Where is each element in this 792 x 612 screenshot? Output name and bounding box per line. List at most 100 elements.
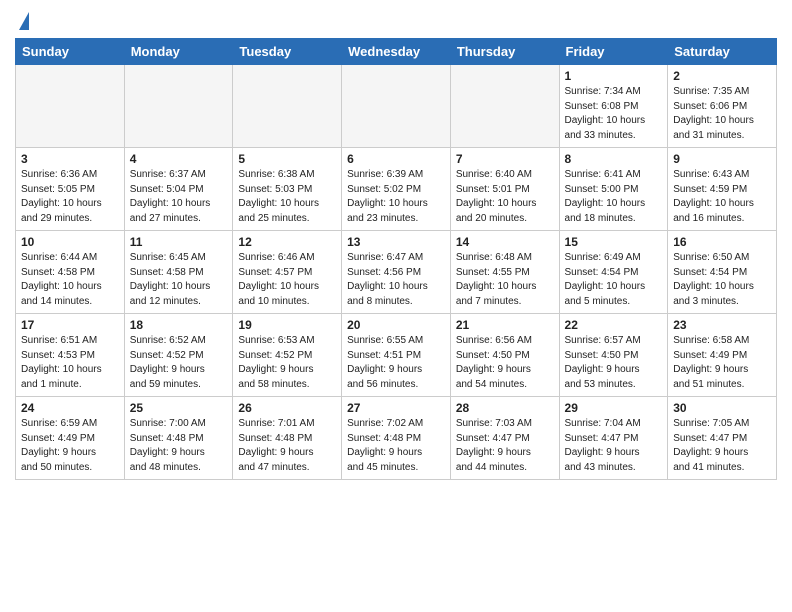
- day-info: Sunrise: 6:56 AMSunset: 4:50 PMDaylight:…: [456, 334, 554, 392]
- day-number: 23: [673, 318, 771, 332]
- day-number: 29: [565, 401, 663, 415]
- day-cell-12: 12 Sunrise: 6:46 AMSunset: 4:57 PMDayligh…: [233, 231, 342, 314]
- logo: [15, 10, 29, 30]
- day-number: 8: [565, 152, 663, 166]
- day-cell-28: 28 Sunrise: 7:03 AMSunset: 4:47 PMDayligh…: [450, 397, 559, 480]
- day-number: 24: [21, 401, 119, 415]
- day-info: Sunrise: 6:45 AMSunset: 4:58 PMDaylight:…: [130, 251, 228, 309]
- week-row-4: 17 Sunrise: 6:51 AMSunset: 4:53 PMDayligh…: [16, 314, 777, 397]
- day-cell-1: 1Sunrise: 7:34 AMSunset: 6:08 PMDaylight…: [559, 65, 668, 148]
- day-cell-24: 24 Sunrise: 6:59 AMSunset: 4:49 PMDayligh…: [16, 397, 125, 480]
- day-cell-22: 22 Sunrise: 6:57 AMSunset: 4:50 PMDayligh…: [559, 314, 668, 397]
- day-cell-10: 10Sunrise: 6:44 AMSunset: 4:58 PMDayligh…: [16, 231, 125, 314]
- day-cell-25: 25 Sunrise: 7:00 AMSunset: 4:48 PMDayligh…: [124, 397, 233, 480]
- day-number: 2: [673, 69, 771, 83]
- day-info: Sunrise: 6:41 AMSunset: 5:00 PMDaylight:…: [565, 168, 663, 226]
- day-cell-8: 8 Sunrise: 6:41 AMSunset: 5:00 PMDaylight…: [559, 148, 668, 231]
- day-cell-17: 17 Sunrise: 6:51 AMSunset: 4:53 PMDayligh…: [16, 314, 125, 397]
- day-cell-20: 20 Sunrise: 6:55 AMSunset: 4:51 PMDayligh…: [342, 314, 451, 397]
- day-info: Sunrise: 6:57 AMSunset: 4:50 PMDaylight:…: [565, 334, 663, 392]
- empty-cell: [233, 65, 342, 148]
- day-number: 7: [456, 152, 554, 166]
- day-cell-2: 2 Sunrise: 7:35 AMSunset: 6:06 PMDaylight…: [668, 65, 777, 148]
- col-header-thursday: Thursday: [450, 39, 559, 65]
- day-info: Sunrise: 7:34 AMSunset: 6:08 PMDaylight:…: [565, 85, 663, 143]
- day-cell-7: 7 Sunrise: 6:40 AMSunset: 5:01 PMDaylight…: [450, 148, 559, 231]
- week-row-2: 3Sunrise: 6:36 AMSunset: 5:05 PMDaylight…: [16, 148, 777, 231]
- day-info: Sunrise: 7:02 AMSunset: 4:48 PMDaylight:…: [347, 417, 445, 475]
- logo-triangle-icon: [19, 12, 29, 30]
- empty-cell: [450, 65, 559, 148]
- day-info: Sunrise: 6:49 AMSunset: 4:54 PMDaylight:…: [565, 251, 663, 309]
- day-number: 25: [130, 401, 228, 415]
- col-header-monday: Monday: [124, 39, 233, 65]
- day-cell-6: 6 Sunrise: 6:39 AMSunset: 5:02 PMDaylight…: [342, 148, 451, 231]
- day-cell-26: 26 Sunrise: 7:01 AMSunset: 4:48 PMDayligh…: [233, 397, 342, 480]
- day-info: Sunrise: 6:59 AMSunset: 4:49 PMDaylight:…: [21, 417, 119, 475]
- day-cell-21: 21 Sunrise: 6:56 AMSunset: 4:50 PMDayligh…: [450, 314, 559, 397]
- day-info: Sunrise: 6:55 AMSunset: 4:51 PMDaylight:…: [347, 334, 445, 392]
- day-number: 16: [673, 235, 771, 249]
- logo-text-block: [15, 10, 29, 30]
- day-info: Sunrise: 7:00 AMSunset: 4:48 PMDaylight:…: [130, 417, 228, 475]
- week-row-5: 24 Sunrise: 6:59 AMSunset: 4:49 PMDayligh…: [16, 397, 777, 480]
- day-info: Sunrise: 6:51 AMSunset: 4:53 PMDaylight:…: [21, 334, 119, 392]
- day-number: 14: [456, 235, 554, 249]
- day-number: 18: [130, 318, 228, 332]
- day-cell-5: 5 Sunrise: 6:38 AMSunset: 5:03 PMDaylight…: [233, 148, 342, 231]
- day-number: 5: [238, 152, 336, 166]
- day-number: 21: [456, 318, 554, 332]
- day-info: Sunrise: 6:48 AMSunset: 4:55 PMDaylight:…: [456, 251, 554, 309]
- day-cell-9: 9Sunrise: 6:43 AMSunset: 4:59 PMDaylight…: [668, 148, 777, 231]
- day-cell-3: 3Sunrise: 6:36 AMSunset: 5:05 PMDaylight…: [16, 148, 125, 231]
- day-info: Sunrise: 6:52 AMSunset: 4:52 PMDaylight:…: [130, 334, 228, 392]
- day-info: Sunrise: 7:01 AMSunset: 4:48 PMDaylight:…: [238, 417, 336, 475]
- empty-cell: [124, 65, 233, 148]
- day-info: Sunrise: 6:46 AMSunset: 4:57 PMDaylight:…: [238, 251, 336, 309]
- day-number: 20: [347, 318, 445, 332]
- day-info: Sunrise: 6:38 AMSunset: 5:03 PMDaylight:…: [238, 168, 336, 226]
- col-header-tuesday: Tuesday: [233, 39, 342, 65]
- day-number: 15: [565, 235, 663, 249]
- day-number: 30: [673, 401, 771, 415]
- week-row-3: 10Sunrise: 6:44 AMSunset: 4:58 PMDayligh…: [16, 231, 777, 314]
- day-number: 26: [238, 401, 336, 415]
- day-info: Sunrise: 6:36 AMSunset: 5:05 PMDaylight:…: [21, 168, 119, 226]
- day-number: 10: [21, 235, 119, 249]
- header-row: SundayMondayTuesdayWednesdayThursdayFrid…: [16, 39, 777, 65]
- day-number: 9: [673, 152, 771, 166]
- day-number: 13: [347, 235, 445, 249]
- day-number: 22: [565, 318, 663, 332]
- day-cell-16: 16Sunrise: 6:50 AMSunset: 4:54 PMDayligh…: [668, 231, 777, 314]
- day-cell-14: 14 Sunrise: 6:48 AMSunset: 4:55 PMDayligh…: [450, 231, 559, 314]
- empty-cell: [16, 65, 125, 148]
- day-number: 19: [238, 318, 336, 332]
- day-info: Sunrise: 7:04 AMSunset: 4:47 PMDaylight:…: [565, 417, 663, 475]
- day-info: Sunrise: 6:58 AMSunset: 4:49 PMDaylight:…: [673, 334, 771, 392]
- day-number: 27: [347, 401, 445, 415]
- day-cell-4: 4Sunrise: 6:37 AMSunset: 5:04 PMDaylight…: [124, 148, 233, 231]
- day-number: 28: [456, 401, 554, 415]
- day-info: Sunrise: 6:47 AMSunset: 4:56 PMDaylight:…: [347, 251, 445, 309]
- col-header-friday: Friday: [559, 39, 668, 65]
- day-info: Sunrise: 6:53 AMSunset: 4:52 PMDaylight:…: [238, 334, 336, 392]
- day-number: 11: [130, 235, 228, 249]
- day-cell-13: 13 Sunrise: 6:47 AMSunset: 4:56 PMDayligh…: [342, 231, 451, 314]
- day-info: Sunrise: 6:40 AMSunset: 5:01 PMDaylight:…: [456, 168, 554, 226]
- day-cell-23: 23 Sunrise: 6:58 AMSunset: 4:49 PMDayligh…: [668, 314, 777, 397]
- empty-cell: [342, 65, 451, 148]
- day-number: 12: [238, 235, 336, 249]
- day-info: Sunrise: 7:35 AMSunset: 6:06 PMDaylight:…: [673, 85, 771, 143]
- day-info: Sunrise: 7:03 AMSunset: 4:47 PMDaylight:…: [456, 417, 554, 475]
- week-row-1: 1Sunrise: 7:34 AMSunset: 6:08 PMDaylight…: [16, 65, 777, 148]
- day-cell-15: 15 Sunrise: 6:49 AMSunset: 4:54 PMDayligh…: [559, 231, 668, 314]
- day-number: 6: [347, 152, 445, 166]
- col-header-saturday: Saturday: [668, 39, 777, 65]
- calendar-page: SundayMondayTuesdayWednesdayThursdayFrid…: [0, 0, 792, 495]
- day-cell-30: 30Sunrise: 7:05 AMSunset: 4:47 PMDayligh…: [668, 397, 777, 480]
- day-info: Sunrise: 6:39 AMSunset: 5:02 PMDaylight:…: [347, 168, 445, 226]
- day-cell-29: 29 Sunrise: 7:04 AMSunset: 4:47 PMDayligh…: [559, 397, 668, 480]
- day-cell-11: 11 Sunrise: 6:45 AMSunset: 4:58 PMDayligh…: [124, 231, 233, 314]
- day-number: 17: [21, 318, 119, 332]
- header: [15, 10, 777, 30]
